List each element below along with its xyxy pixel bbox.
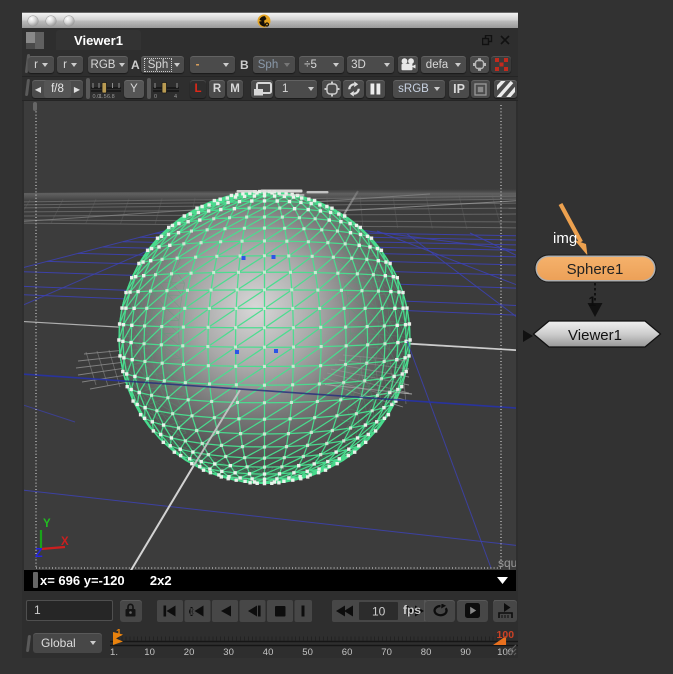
svg-text:X: X <box>61 536 69 548</box>
svg-text:6.8: 6.8 <box>107 94 115 100</box>
svg-text:squ: squ <box>498 556 516 570</box>
svg-text:20: 20 <box>184 647 195 658</box>
svg-text:1: 1 <box>589 294 597 309</box>
svg-text:1.5: 1.5 <box>99 94 107 100</box>
svg-text:4: 4 <box>174 94 177 100</box>
svg-text:40: 40 <box>263 647 274 658</box>
svg-text:70: 70 <box>381 647 392 658</box>
svg-text:Viewer1: Viewer1 <box>568 327 622 344</box>
svg-text:90: 90 <box>460 647 471 658</box>
svg-text:0: 0 <box>154 94 157 100</box>
svg-text:1: 1 <box>116 628 122 639</box>
svg-text:10: 10 <box>372 605 386 619</box>
svg-text:Sphere1: Sphere1 <box>567 261 624 278</box>
svg-text:Y: Y <box>43 518 51 530</box>
svg-text:60: 60 <box>342 647 353 658</box>
svg-text:1.: 1. <box>110 647 118 658</box>
svg-text:100: 100 <box>497 629 515 641</box>
svg-text:10: 10 <box>144 647 155 658</box>
svg-text:Z: Z <box>35 546 43 560</box>
svg-text:img: img <box>553 230 577 247</box>
svg-text:80: 80 <box>421 647 432 658</box>
svg-text:30: 30 <box>223 647 234 658</box>
svg-text:50: 50 <box>302 647 313 658</box>
